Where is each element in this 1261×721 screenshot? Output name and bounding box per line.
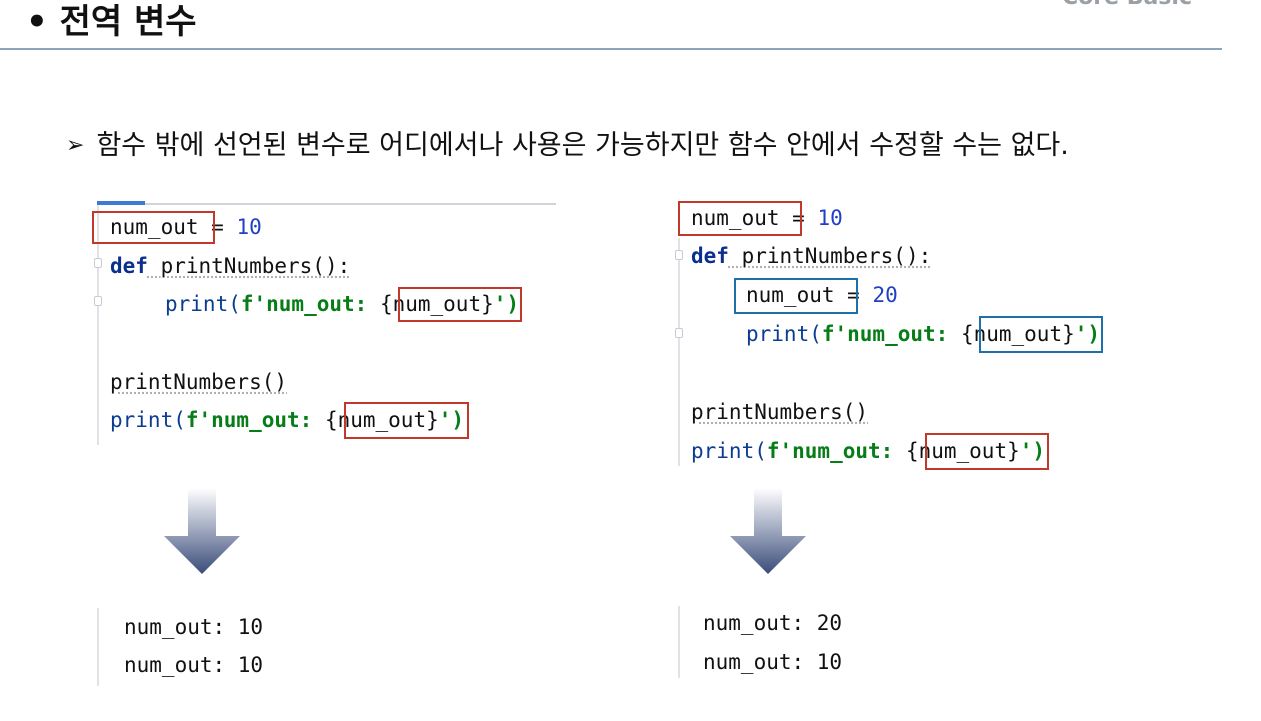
right-print-call: print( (746, 322, 822, 346)
left-def-keyword: def (110, 254, 148, 278)
right-fstring-prefix: f'num_out: (821, 322, 961, 346)
left-fold-marker-icon (94, 258, 102, 268)
left-print-call: print( (165, 292, 241, 316)
left-outer-print-call: print( (110, 408, 186, 432)
slide-title: • 전역 변수 (26, 2, 197, 42)
title-divider (0, 48, 1222, 50)
left-editor-active-tab (97, 201, 145, 205)
left-function-signature: printNumbers(): (147, 254, 351, 278)
left-output-line-2: num_out: 10 (124, 653, 264, 677)
left-outer-fstring-prefix: f'num_out: (185, 408, 325, 432)
left-fold-marker-end-icon (94, 296, 102, 306)
right-local-assign-value: 20 (872, 283, 898, 307)
right-def-keyword: def (691, 244, 729, 268)
right-outer-fstring-prefix: f'num_out: (766, 439, 906, 463)
right-inner-expr-highlight (979, 316, 1103, 353)
left-output-gutter (97, 608, 99, 686)
left-output-line-1: num_out: 10 (124, 615, 264, 639)
left-down-arrow-icon (164, 488, 240, 574)
right-code-line-2: def printNumbers(): (691, 241, 931, 271)
left-fstring-prefix: f'num_out: (240, 292, 380, 316)
right-function-call: printNumbers() (691, 400, 869, 424)
right-editor-gutter (678, 238, 680, 466)
right-outer-print-call: print( (691, 439, 767, 463)
left-code-line-5: printNumbers() (110, 367, 287, 397)
right-code-line-6: printNumbers() (691, 397, 868, 427)
bullet-statement: ➢ 함수 밖에 선언된 변수로 어디에서나 사용은 가능하지만 함수 안에서 수정… (66, 128, 1069, 166)
right-outer-expr-highlight (925, 433, 1049, 470)
left-assign-value: 10 (236, 215, 262, 239)
right-down-arrow-icon (730, 488, 806, 574)
right-fold-marker-icon (675, 250, 683, 260)
right-output-line-1: num_out: 20 (703, 611, 843, 635)
bullet-text: 함수 밖에 선언된 변수로 어디에서나 사용은 가능하지만 함수 안에서 수정할… (96, 130, 1069, 161)
right-output-line-2: num_out: 10 (703, 650, 843, 674)
right-assign-value: 10 (817, 206, 843, 230)
right-local-var-highlight (734, 278, 858, 314)
right-function-signature: printNumbers(): (728, 244, 932, 268)
left-editor-tab-strip (97, 201, 556, 205)
left-global-var-highlight (92, 211, 215, 244)
right-fold-marker-end-icon (675, 328, 683, 338)
corner-watermark-text: Core Basic (1062, 0, 1192, 10)
right-global-var-highlight (678, 201, 802, 236)
left-function-call: printNumbers() (110, 370, 288, 394)
right-output-gutter (678, 606, 680, 678)
left-code-line-2: def printNumbers(): (110, 251, 350, 281)
left-outer-expr-highlight (344, 402, 469, 439)
left-inner-expr-highlight (398, 287, 522, 322)
bullet-arrow-icon: ➢ (66, 133, 85, 158)
